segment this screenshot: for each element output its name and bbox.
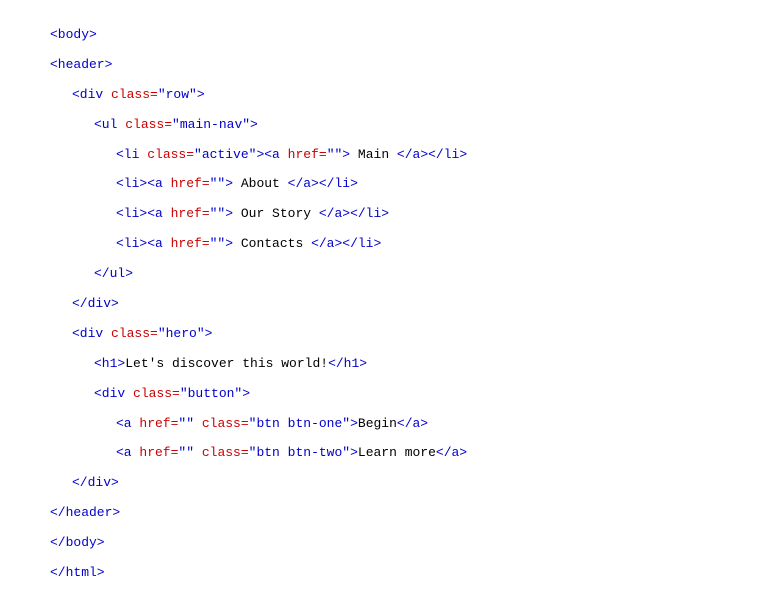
code-line: <li class="active"><a href=""> Main </a>… (50, 140, 710, 170)
code-token-tag: <a (116, 416, 139, 431)
code-token-tag: <ul (94, 117, 125, 132)
code-token-tag: </body> (50, 535, 105, 550)
code-token-tag: <div (72, 326, 111, 341)
code-token-attr-name: class= (125, 117, 172, 132)
code-token-tag: </div> (72, 475, 119, 490)
code-line: </ul> (50, 259, 710, 289)
code-token-tag: > (225, 236, 233, 251)
code-line: <div class="row"> (50, 80, 710, 110)
code-token-tag: > (205, 326, 213, 341)
code-token-tag: <a (116, 445, 139, 460)
code-line: <header> (50, 50, 710, 80)
code-token-attr-value: "" (210, 176, 226, 191)
code-token-attr-name: href= (171, 176, 210, 191)
code-token-text-content: Main (350, 147, 397, 162)
code-line: <div class="button"> (50, 379, 710, 409)
code-token-tag: > (197, 87, 205, 102)
code-token-attr-value: "btn btn-one" (249, 416, 350, 431)
code-token-tag: > (225, 206, 233, 221)
code-line: </div> (50, 289, 710, 319)
code-token-attr-value: "main-nav" (172, 117, 250, 132)
code-token-attr-value: "hero" (158, 326, 205, 341)
code-token-attr-name: class= (111, 87, 158, 102)
code-token-attr-name: href= (139, 416, 178, 431)
code-token-attr-name: class= (147, 147, 194, 162)
code-token-tag: </a> (436, 445, 467, 460)
code-token-attr-value: "" (327, 147, 343, 162)
code-token-tag: </a></li> (319, 206, 389, 221)
code-token-attr-value: "" (178, 416, 194, 431)
code-token-tag (194, 445, 202, 460)
code-token-attr-name: class= (133, 386, 180, 401)
code-token-tag: <li><a (116, 236, 171, 251)
code-line: <li><a href=""> Contacts </a></li> (50, 229, 710, 259)
code-token-tag (194, 416, 202, 431)
code-token-tag: <li (116, 147, 147, 162)
code-token-text-content: Contacts (233, 236, 311, 251)
code-token-text-content: About (233, 176, 288, 191)
code-token-attr-name: class= (111, 326, 158, 341)
code-token-attr-value: "" (210, 206, 226, 221)
code-token-tag: </header> (50, 505, 120, 520)
code-line: </div> (50, 468, 710, 498)
code-token-tag: </a></li> (288, 176, 358, 191)
code-token-tag: > (342, 147, 350, 162)
code-token-attr-name: class= (202, 416, 249, 431)
code-line: </body> (50, 528, 710, 558)
code-token-tag: </div> (72, 296, 119, 311)
code-block: <body><header><div class="row"><ul class… (50, 20, 710, 588)
code-token-text-content: Learn more (358, 445, 436, 460)
code-token-tag: ><a (256, 147, 287, 162)
code-token-attr-value: "active" (194, 147, 256, 162)
code-token-attr-name: href= (171, 206, 210, 221)
code-token-attr-name: href= (139, 445, 178, 460)
code-line: <a href="" class="btn btn-two">Learn mor… (50, 438, 710, 468)
code-token-tag: > (350, 445, 358, 460)
code-line: <li><a href=""> Our Story </a></li> (50, 199, 710, 229)
code-token-tag: > (350, 416, 358, 431)
code-line: </html> (50, 558, 710, 588)
code-token-text-content: Begin (358, 416, 397, 431)
code-token-text-content: Our Story (233, 206, 319, 221)
code-line: </header> (50, 498, 710, 528)
code-line: <li><a href=""> About </a></li> (50, 169, 710, 199)
code-token-tag: </a></li> (397, 147, 467, 162)
code-token-tag: <header> (50, 57, 112, 72)
code-token-tag: > (225, 176, 233, 191)
code-token-attr-value: "" (178, 445, 194, 460)
code-token-tag: <li><a (116, 176, 171, 191)
code-line: <a href="" class="btn btn-one">Begin</a> (50, 409, 710, 439)
code-token-attr-name: href= (171, 236, 210, 251)
code-token-tag: <h1> (94, 356, 125, 371)
code-token-tag: > (250, 117, 258, 132)
code-token-attr-value: "" (210, 236, 226, 251)
code-token-tag: <div (72, 87, 111, 102)
code-token-tag: <div (94, 386, 133, 401)
code-token-attr-value: "btn btn-two" (249, 445, 350, 460)
code-token-tag: </ul> (94, 266, 133, 281)
code-token-attr-value: "button" (180, 386, 242, 401)
code-token-tag: </a> (397, 416, 428, 431)
code-token-tag: </html> (50, 565, 105, 580)
code-line: <ul class="main-nav"> (50, 110, 710, 140)
code-token-text-content: Let's discover this world! (125, 356, 328, 371)
code-token-tag: <li><a (116, 206, 171, 221)
code-line: <div class="hero"> (50, 319, 710, 349)
code-line: <body> (50, 20, 710, 50)
code-token-tag: </a></li> (311, 236, 381, 251)
code-line: <h1>Let's discover this world!</h1> (50, 349, 710, 379)
code-token-attr-name: href= (288, 147, 327, 162)
code-token-attr-name: class= (202, 445, 249, 460)
code-token-tag: <body> (50, 27, 97, 42)
code-token-tag: > (242, 386, 250, 401)
code-token-tag: </h1> (328, 356, 367, 371)
code-token-attr-value: "row" (158, 87, 197, 102)
